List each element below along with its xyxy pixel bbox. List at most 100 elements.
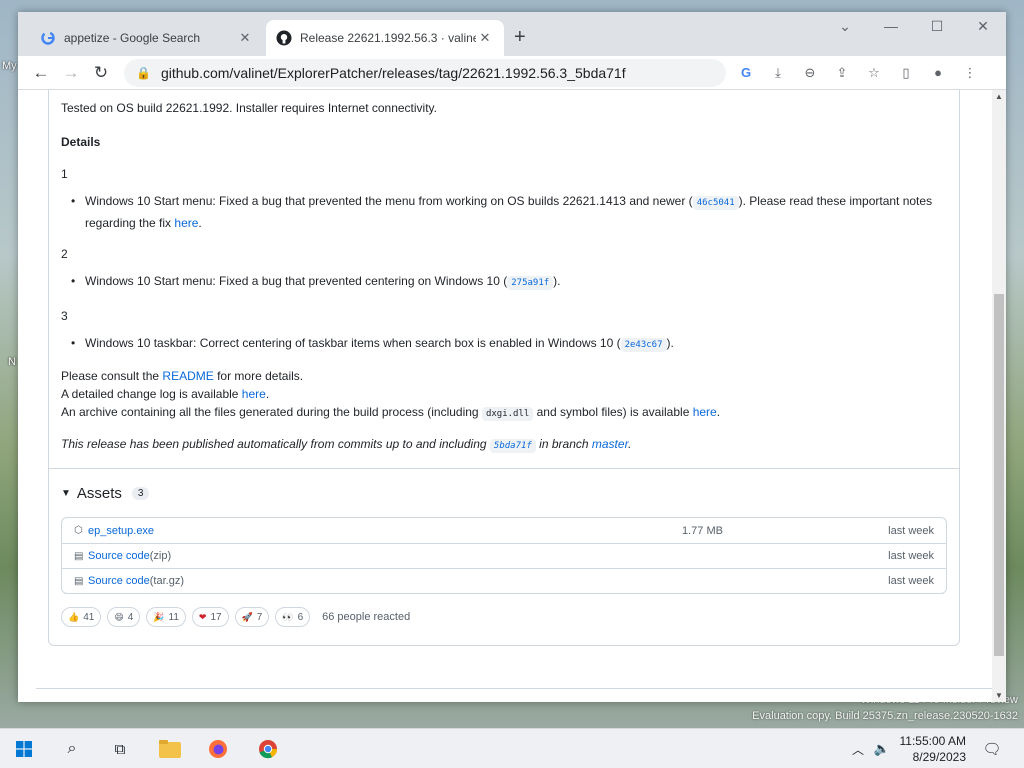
branch-link[interactable]: master [592,437,628,451]
close-icon[interactable]: ✕ [968,18,998,35]
scroll-down-icon[interactable]: ▼ [992,691,1006,700]
reaction-thumbs-up[interactable]: 👍 41 [61,607,102,627]
reaction-count: 6 [297,611,304,623]
file-zip-icon: ▤ [74,550,84,562]
text: . [628,437,632,451]
asset-link[interactable]: Source code [88,575,150,587]
windows-start-icon[interactable] [8,735,40,763]
page-viewport: Tested on OS build 22621.1992. Installer… [18,90,992,702]
reaction-count: 7 [256,611,263,623]
item-text: regarding the fix [85,216,175,230]
divider [36,688,992,689]
commit-link[interactable]: 2e43c67 [620,338,667,352]
browser-window: appetize - Google Search ✕ Release 22621… [18,12,1006,702]
side-panel-icon[interactable]: ▯ [894,61,918,85]
asset-size: 1.77 MB [682,524,723,537]
reaction-heart[interactable]: ❤ 17 [191,607,229,627]
github-icon [276,30,292,46]
back-arrow-icon[interactable]: ← [26,59,56,87]
close-tab-icon[interactable]: ✕ [476,30,494,46]
menu-icon[interactable]: ⋮ [958,61,982,85]
lock-icon[interactable]: 🔒 [136,66,151,80]
reaction-eyes[interactable]: 👀 6 [275,607,311,627]
google-icon [40,30,56,46]
changelog-link[interactable]: here [242,387,266,401]
reaction-hooray[interactable]: 🎉 11 [146,607,186,627]
item-text: Windows 10 Start menu: Fixed a bug that … [85,194,693,208]
text: in branch [535,437,592,451]
maximize-icon[interactable]: ☐ [922,18,952,35]
asset-row: ⬡ ep_setup.exe 1.77 MB last week [62,518,946,543]
asset-row: ▤ Source code (tar.gz) last week [62,568,946,593]
profile-icon[interactable]: ● [926,61,950,85]
thumbs-up-icon: 👍 [68,611,80,622]
desktop-icon-label[interactable]: My [2,60,17,72]
tab-title: appetize - Google Search [64,31,201,45]
chrome-icon[interactable] [252,735,284,763]
heart-icon: ❤ [198,611,207,622]
notes-link[interactable]: here [174,216,198,230]
tested-note: Tested on OS build 22621.1992. Installer… [61,101,438,115]
assets-toggle[interactable]: ▼ Assets 3 [61,485,150,502]
chevron-down-icon[interactable]: ⌄ [830,18,860,35]
package-icon: ⬡ [74,525,83,536]
asset-format: (zip) [149,550,172,562]
item-number: 3 [61,309,68,323]
text: An archive containing all the files gene… [61,405,482,419]
notification-icon[interactable]: 🗨 [976,735,1008,763]
task-view-icon[interactable]: ⧉ [104,735,136,763]
page-scrollbar[interactable]: ▲ ▼ [992,90,1006,702]
reaction-rocket[interactable]: 🚀 7 [234,607,270,627]
commit-link[interactable]: 46c5041 [692,196,739,210]
commit-link[interactable]: 275a91f [507,276,554,290]
list-item: Windows 10 Start menu: Fixed a bug that … [71,271,949,293]
text: . [716,405,721,419]
close-tab-icon[interactable]: ✕ [236,30,254,46]
tab-github-release[interactable]: Release 22621.1992.56.3 · valinet ✕ [266,20,504,56]
desktop-icon-label[interactable]: N [8,356,16,368]
minimize-icon[interactable]: — [876,18,906,34]
text: and symbol files) is available [533,405,693,419]
reaction-count: 11 [168,611,179,623]
item-text: ). [666,336,674,350]
scrollbar-thumb[interactable] [994,294,1004,656]
file-explorer-icon[interactable] [154,735,186,763]
firefox-icon[interactable] [202,735,234,763]
text: for more details. [213,369,304,383]
list-item: Windows 10 Start menu: Fixed a bug that … [71,191,949,233]
speaker-icon[interactable]: 🔈 [866,735,898,763]
tab-title: Release 22621.1992.56.3 · valinet [300,31,476,45]
reload-icon[interactable]: ↻ [86,59,116,87]
bookmark-star-icon[interactable]: ☆ [862,61,886,85]
reaction-laugh[interactable]: 😄 4 [107,607,141,627]
text: This release has been published automati… [61,437,490,451]
item-number: 1 [61,167,68,181]
item-text: . [198,216,202,230]
archive-line: An archive containing all the files gene… [61,405,721,421]
google-lens-icon[interactable]: G [734,61,758,85]
item-text: Windows 10 taskbar: Correct centering of… [85,336,621,350]
tab-google-search[interactable]: appetize - Google Search ✕ [30,20,264,56]
asset-link[interactable]: Source code [88,550,150,562]
asset-date: last week [888,524,934,537]
reaction-count: 4 [127,611,134,623]
install-icon[interactable]: ⤓ [766,61,790,85]
share-icon[interactable]: ⇪ [830,61,854,85]
address-url[interactable]: github.com/valinet/ExplorerPatcher/relea… [161,65,626,81]
zoom-icon[interactable]: ⊖ [798,61,822,85]
forward-arrow-icon[interactable]: → [56,59,86,87]
clock-date: 8/29/2023 [912,750,966,764]
readme-link[interactable]: README [162,369,213,383]
tab-strip: appetize - Google Search ✕ Release 22621… [18,12,1006,56]
auto-published-note: This release has been published automati… [61,437,632,453]
address-bar[interactable]: 🔒 github.com/valinet/ExplorerPatcher/rel… [124,58,726,87]
archive-link[interactable]: here [693,405,717,419]
scroll-up-icon[interactable]: ▲ [992,92,1006,101]
text: A detailed change log is available [61,387,242,401]
commit-link[interactable]: 5bda71f [489,439,536,453]
taskbar-clock[interactable]: 11:55:00 AM 8/29/2023 [900,733,967,765]
plus-icon[interactable]: + [514,26,526,49]
os-watermark: Evaluation copy. Build 25375.zn_release.… [752,710,1018,722]
search-icon[interactable]: ⌕ [56,735,88,763]
asset-link[interactable]: ep_setup.exe [88,525,154,537]
